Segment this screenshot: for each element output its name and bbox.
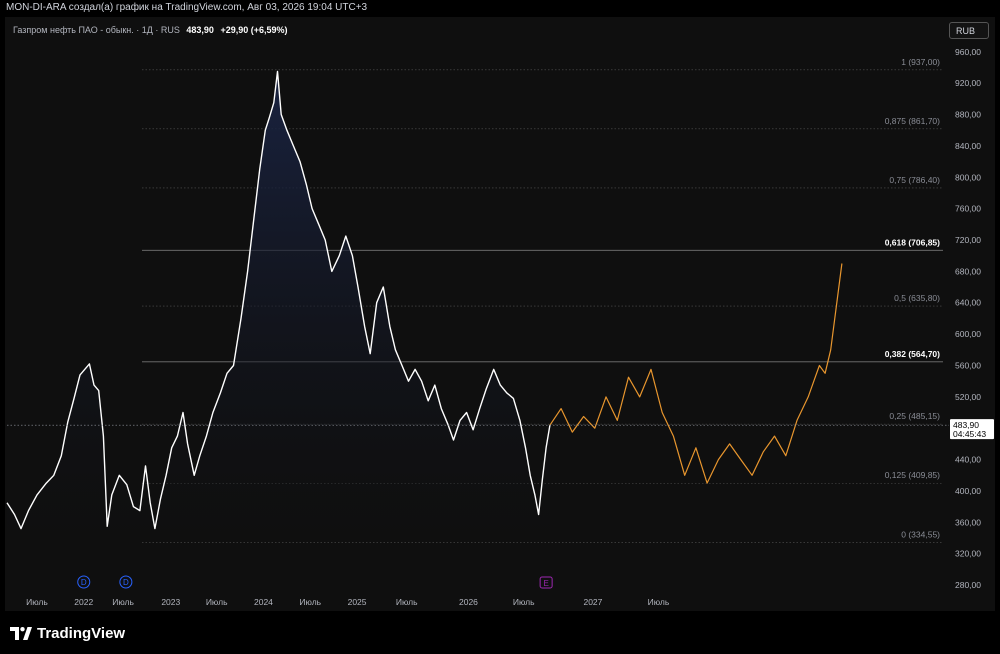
price-area-fill [7,71,550,543]
fib-label-3: 0,618 (706,85) [885,237,940,247]
y-tick-label-2: 880,00 [955,110,981,120]
fib-label-8: 0 (334,55) [901,529,940,539]
tradingview-logo[interactable]: TradingView [10,625,125,642]
x-tick-label-11: 2027 [583,597,602,607]
y-tick-label-7: 680,00 [955,266,981,276]
earnings-event-label-2: E [543,579,548,588]
x-tick-label-12: Июль [648,597,670,607]
y-tick-label-3: 840,00 [955,141,981,151]
tradingview-wordmark: TradingView [37,625,126,642]
y-tick-label-0: 960,00 [955,47,981,57]
x-tick-label-9: 2026 [459,597,478,607]
x-tick-label-2: Июль [112,597,134,607]
fib-label-2: 0,75 (786,40) [889,175,940,185]
fib-label-6: 0,25 (485,15) [889,411,940,421]
y-tick-label-13: 440,00 [955,455,981,465]
last-price: 483,90 [186,25,214,35]
fib-label-5: 0,382 (564,70) [885,349,940,359]
x-tick-label-5: 2024 [254,597,273,607]
y-tick-label-4: 800,00 [955,172,981,182]
footer [0,611,1000,654]
currency-button[interactable]: RUB [949,22,989,39]
x-tick-label-10: Июль [513,597,535,607]
y-tick-label-14: 400,00 [955,486,981,496]
y-tick-label-9: 600,00 [955,329,981,339]
y-tick-label-16: 320,00 [955,549,981,559]
dividend-event-label-0: D [81,578,87,587]
x-tick-label-4: Июль [206,597,228,607]
x-tick-label-1: 2022 [74,597,93,607]
y-tick-label-11: 520,00 [955,392,981,402]
y-tick-label-15: 360,00 [955,517,981,527]
current-price-countdown: 04:45:43 [953,429,986,439]
fib-label-4: 0,5 (635,80) [894,293,940,303]
x-tick-label-8: Июль [396,597,418,607]
fib-label-1: 0,875 (861,70) [885,116,940,126]
symbol-name: Газпром нефть ПАО - обыкн. · 1Д · RUS [13,25,180,35]
fib-label-7: 0,125 (409,85) [885,470,940,480]
y-tick-label-10: 560,00 [955,360,981,370]
symbol-legend: Газпром нефть ПАО - обыкн. · 1Д · RUS 48… [13,25,288,35]
y-tick-label-17: 280,00 [955,580,981,590]
tradingview-icon [10,627,32,640]
dividend-event-label-1: D [123,578,129,587]
x-tick-label-0: Июль [26,597,48,607]
x-tick-label-3: 2023 [161,597,180,607]
projection-line [549,263,843,484]
y-tick-label-6: 720,00 [955,235,981,245]
y-tick-label-5: 760,00 [955,204,981,214]
x-tick-label-7: 2025 [348,597,367,607]
y-tick-label-8: 640,00 [955,298,981,308]
fib-label-0: 1 (937,00) [901,57,940,67]
y-tick-label-1: 920,00 [955,78,981,88]
price-change: +29,90 (+6,59%) [220,25,288,35]
price-chart[interactable]: 1 (937,00) 0,875 (861,70) 0,75 (786,40) 0,6… [0,0,1000,611]
x-tick-label-6: Июль [299,597,321,607]
